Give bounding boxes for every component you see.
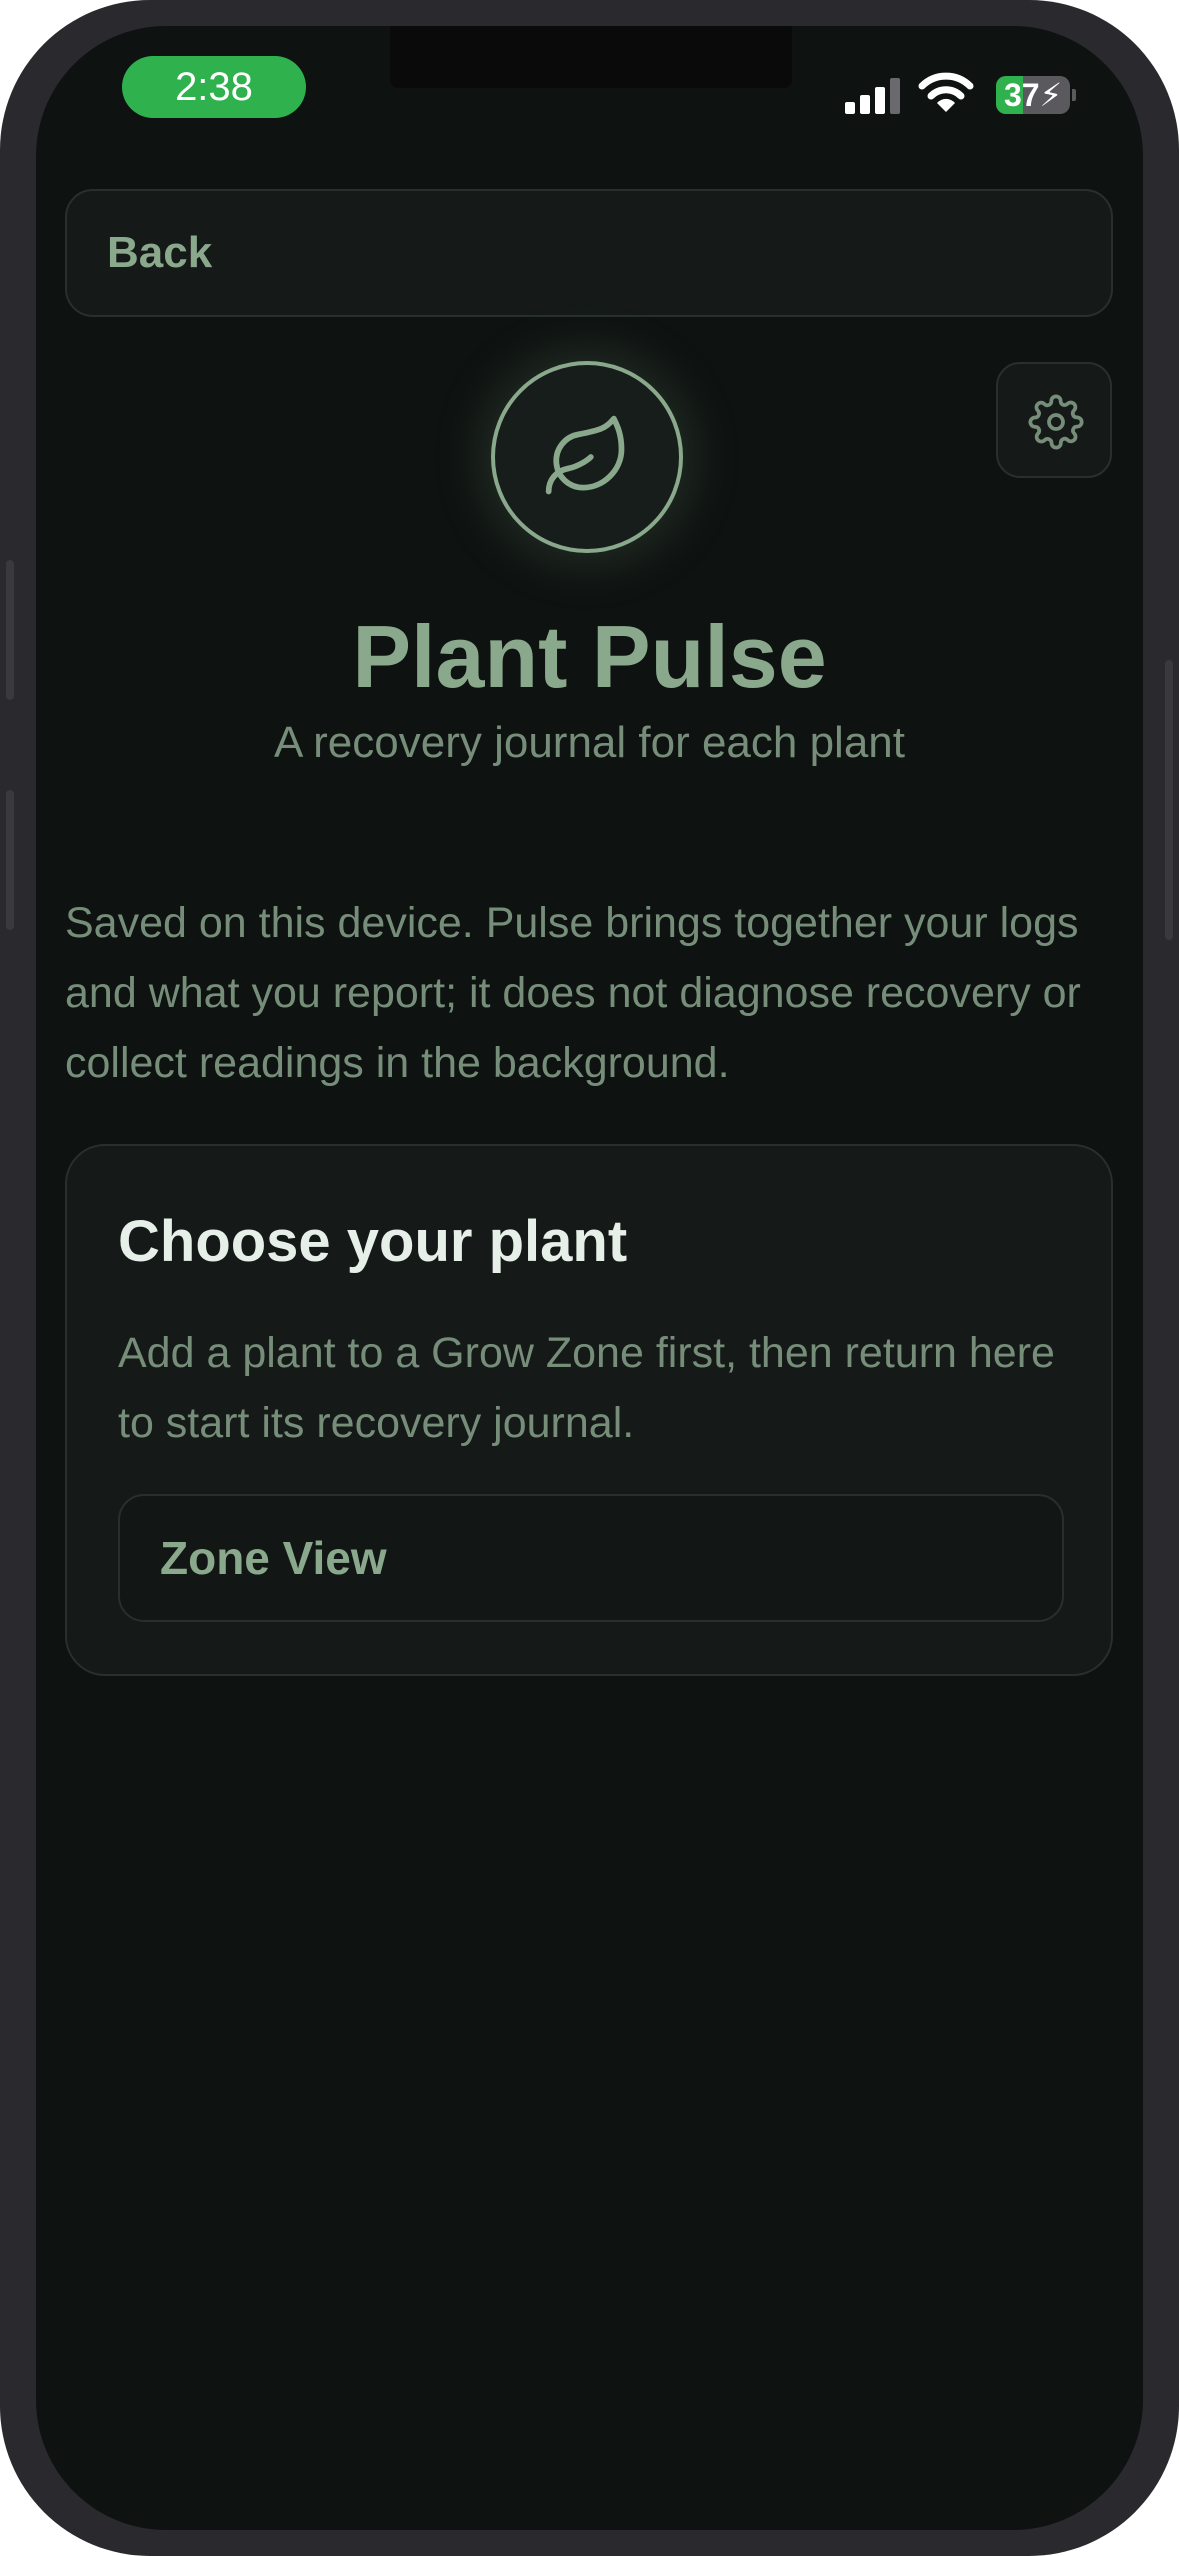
wifi-icon xyxy=(918,72,974,112)
dynamic-island xyxy=(390,26,792,88)
zone-view-button[interactable]: Zone View xyxy=(118,1494,1064,1622)
leaf-icon xyxy=(545,415,625,495)
side-button-volume xyxy=(6,790,14,930)
status-time: 2:38 xyxy=(122,56,306,118)
back-button[interactable]: Back xyxy=(65,189,1113,317)
page-subtitle: A recovery journal for each plant xyxy=(273,718,906,767)
device-frame: 2:38 37⚡ Back Plant Pulse A recovery jou… xyxy=(0,0,1179,2556)
choose-plant-card: Choose your plant Add a plant to a Grow … xyxy=(65,1144,1113,1676)
hero-leaf-badge xyxy=(491,361,683,553)
storage-info-text: Saved on this device. Pulse brings toget… xyxy=(65,899,1081,1087)
battery-charging-icon: 37⚡ xyxy=(996,76,1076,114)
gear-icon xyxy=(1028,394,1084,450)
card-description: Add a plant to a Grow Zone first, then r… xyxy=(118,1329,1055,1447)
cellular-signal-icon xyxy=(845,78,900,114)
side-button-power xyxy=(1165,660,1173,940)
app-screen: 2:38 37⚡ Back Plant Pulse A recovery jou… xyxy=(36,26,1143,2530)
battery-percent: 37⚡ xyxy=(1003,77,1063,113)
settings-button[interactable] xyxy=(996,362,1112,478)
page-title: Plant Pulse xyxy=(352,607,827,706)
card-title: Choose your plant xyxy=(118,1209,628,1274)
side-button-action xyxy=(6,560,14,700)
